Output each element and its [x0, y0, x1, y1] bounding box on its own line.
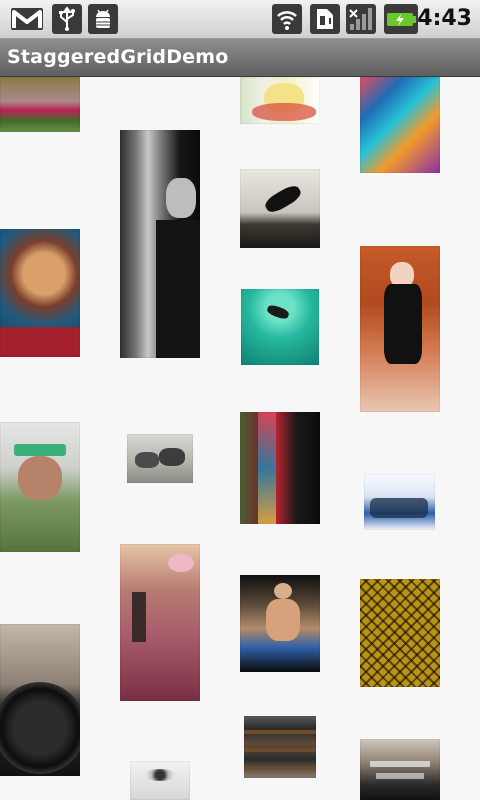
photo-tile-5[interactable]	[120, 130, 200, 358]
photo-tile-18[interactable]	[360, 579, 440, 687]
clock: 4:43	[417, 6, 472, 31]
photo-tile-8[interactable]	[130, 761, 190, 800]
photo-tile-14[interactable]	[244, 716, 316, 778]
android-debug-icon	[88, 4, 118, 34]
photo-tile-3[interactable]	[0, 422, 80, 552]
photo-tile-1[interactable]	[0, 77, 80, 132]
usb-icon	[52, 4, 82, 34]
photo-tile-6[interactable]	[127, 434, 193, 483]
photo-tile-16[interactable]	[360, 246, 440, 412]
wifi-icon	[272, 4, 302, 34]
photo-tile-17[interactable]	[364, 474, 435, 530]
photo-tile-15[interactable]	[360, 77, 440, 173]
photo-tile-13[interactable]	[240, 575, 320, 672]
photo-tile-12[interactable]	[240, 412, 320, 524]
photo-tile-19[interactable]	[360, 739, 440, 800]
action-bar: StaggeredGridDemo	[0, 39, 480, 77]
photo-tile-9[interactable]	[240, 77, 320, 124]
gmail-icon	[11, 8, 43, 30]
photo-tile-11[interactable]	[241, 289, 319, 365]
photo-tile-4[interactable]	[0, 624, 80, 776]
staggered-grid[interactable]	[0, 77, 480, 800]
app-title: StaggeredGridDemo	[7, 46, 229, 68]
photo-tile-2[interactable]	[0, 229, 80, 357]
sim-icon	[310, 4, 340, 34]
battery-charging-icon	[384, 4, 418, 34]
status-bar: 4:43	[0, 0, 480, 39]
signal-icon	[346, 4, 376, 34]
photo-tile-7[interactable]	[120, 544, 200, 701]
photo-tile-10[interactable]	[240, 169, 320, 248]
